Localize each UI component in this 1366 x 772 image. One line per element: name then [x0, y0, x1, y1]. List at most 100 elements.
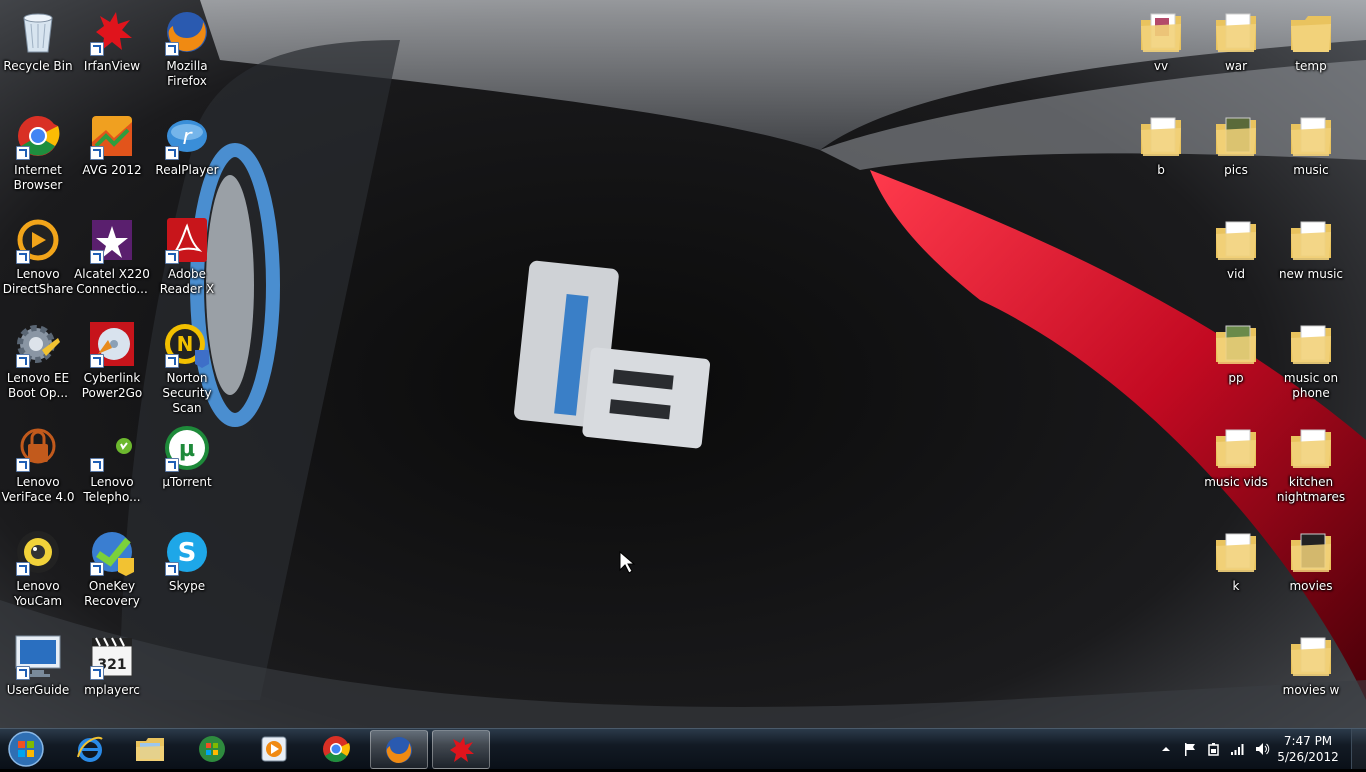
directshare-icon — [14, 216, 62, 264]
folder-icon — [1137, 112, 1185, 160]
desktop-icon-label: OneKey Recovery — [84, 579, 140, 608]
shortcut-arrow-icon — [165, 146, 179, 160]
desktop-icon-lenovo-youcam[interactable]: Lenovo YouCam — [0, 524, 76, 624]
taskbar-button-firefox[interactable] — [370, 730, 428, 769]
shortcut-arrow-icon — [90, 458, 104, 472]
desktop-icon-label: Lenovo VeriFace 4.0 — [1, 475, 75, 504]
desktop-icon-skype[interactable]: S Skype — [149, 524, 225, 624]
shortcut-arrow-icon — [16, 354, 30, 368]
folder-icon — [1137, 8, 1185, 56]
desktop-folder-temp[interactable]: temp — [1273, 4, 1349, 104]
taskbar-button-media-player[interactable] — [246, 730, 302, 767]
desktop-icon-realplayer[interactable]: r RealPlayer — [149, 108, 225, 208]
desktop-folder-music[interactable]: music — [1273, 108, 1349, 208]
shortcut-arrow-icon — [90, 250, 104, 264]
desktop-folder-new-music[interactable]: new music — [1273, 212, 1349, 312]
taskbar-button-file-explorer[interactable] — [122, 730, 178, 767]
desktop-icon-label: new music — [1278, 267, 1344, 281]
desktop-icon-lenovo-veriface[interactable]: Lenovo VeriFace 4.0 — [0, 420, 76, 520]
shortcut-arrow-icon — [165, 354, 179, 368]
desktop-folder-war[interactable]: war — [1198, 4, 1274, 104]
onekey-recovery-icon — [88, 528, 136, 576]
desktop-icon-label: RealPlayer — [155, 163, 219, 177]
norton-icon: N — [163, 320, 211, 368]
desktop-icon-adobe-reader[interactable]: Adobe Reader X — [149, 212, 225, 312]
desktop-icon-label: music vids — [1204, 475, 1268, 489]
show-desktop-button[interactable] — [1351, 729, 1366, 769]
desktop-folder-pp[interactable]: pp — [1198, 316, 1274, 416]
shortcut-arrow-icon — [90, 666, 104, 680]
desktop-icon-onekey-recovery[interactable]: OneKey Recovery — [74, 524, 150, 624]
taskbar-button-irfanview[interactable] — [432, 730, 490, 769]
taskbar-button-internet-explorer[interactable] — [62, 730, 118, 767]
folder-icon — [1287, 632, 1335, 680]
volume-icon[interactable] — [1254, 741, 1270, 757]
desktop-icon-label: Alcatel X220 Connectio... — [74, 267, 150, 296]
desktop-icon-label: Norton Security Scan — [162, 371, 212, 415]
desktop-folder-vv[interactable]: vv — [1123, 4, 1199, 104]
desktop-icon-cyberlink-power2go[interactable]: Cyberlink Power2Go — [74, 316, 150, 416]
desktop-icon-label: vid — [1226, 267, 1246, 281]
clapperboard-icon: 321 — [88, 632, 136, 680]
show-hidden-icons-chevron-icon[interactable] — [1158, 741, 1174, 757]
windows-start-orb-icon — [8, 731, 44, 767]
desktop-icon-label: movies — [1289, 579, 1333, 593]
desktop-folder-b[interactable]: b — [1123, 108, 1199, 208]
alcatel-icon — [88, 216, 136, 264]
shortcut-arrow-icon — [16, 666, 30, 680]
desktop-icon-userguide[interactable]: UserGuide — [0, 628, 76, 728]
desktop-folder-pics[interactable]: pics — [1198, 108, 1274, 208]
folder-icon — [1287, 112, 1335, 160]
system-tray: 7:47 PM 5/26/2012 — [1156, 729, 1366, 769]
telephony-icon — [88, 424, 136, 472]
desktop-icon-recycle-bin[interactable]: Recycle Bin — [0, 4, 76, 104]
desktop-folder-music-vids[interactable]: music vids — [1198, 420, 1274, 520]
power2go-icon — [88, 320, 136, 368]
desktop-icon-label: pp — [1228, 371, 1244, 385]
desktop-icon-label: AVG 2012 — [82, 163, 142, 177]
folder-icon — [1287, 8, 1335, 56]
taskbar-button-chrome[interactable] — [308, 730, 364, 767]
windows-media-center-icon — [199, 735, 225, 762]
folder-icon — [1287, 424, 1335, 472]
taskbar-button-windows-media-center[interactable] — [184, 730, 240, 767]
desktop-icon-mplayerc[interactable]: 321 mplayerc — [74, 628, 150, 728]
desktop-icon-alcatel-x220[interactable]: Alcatel X220 Connectio... — [74, 212, 150, 312]
power-icon[interactable] — [1206, 741, 1222, 757]
desktop-icon-label: Mozilla Firefox — [166, 59, 208, 88]
action-center-flag-icon[interactable] — [1182, 741, 1198, 757]
clock-time: 7:47 PM — [1283, 734, 1333, 748]
taskbar-clock[interactable]: 7:47 PM 5/26/2012 — [1276, 733, 1340, 765]
folder-icon — [1212, 528, 1260, 576]
start-button[interactable] — [4, 730, 48, 768]
desktop-icon-internet-browser[interactable]: Internet Browser — [0, 108, 76, 208]
desktop-folder-movies-w[interactable]: movies w — [1273, 628, 1349, 728]
desktop-icon-lenovo-ee-boot[interactable]: Lenovo EE Boot Op... — [0, 316, 76, 416]
svg-text:S: S — [178, 538, 197, 568]
desktop-icon-label: Internet Browser — [13, 163, 63, 192]
desktop-folder-music-on-phone[interactable]: music on phone — [1273, 316, 1349, 416]
desktop-icon-label: µTorrent — [162, 475, 212, 489]
desktop-folder-movies[interactable]: movies — [1273, 524, 1349, 624]
desktop-icon-label: mplayerc — [84, 683, 140, 697]
desktop-icon-norton-security-scan[interactable]: N Norton Security Scan — [149, 316, 225, 416]
desktop-icon-avg-2012[interactable]: AVG 2012 — [74, 108, 150, 208]
recycle-bin-icon — [14, 8, 62, 56]
desktop-icon-irfanview[interactable]: IrfanView — [74, 4, 150, 104]
desktop-folder-k[interactable]: k — [1198, 524, 1274, 624]
desktop-folder-kitchen-nightmares[interactable]: kitchen nightmares — [1273, 420, 1349, 520]
desktop-icon-label: vv — [1153, 59, 1169, 73]
desktop-icon-firefox[interactable]: Mozilla Firefox — [149, 4, 225, 104]
desktop-icon-label: Lenovo DirectShare — [2, 267, 74, 296]
desktop-icon-utorrent[interactable]: µ µTorrent — [149, 420, 225, 520]
desktop-icon-label: kitchen nightmares — [1276, 475, 1346, 504]
network-signal-icon[interactable] — [1230, 741, 1246, 757]
desktop-folder-vid[interactable]: vid — [1198, 212, 1274, 312]
desktop-icon-label: IrfanView — [83, 59, 141, 73]
desktop-icon-label: music — [1293, 163, 1329, 177]
desktop-icon-lenovo-telephony[interactable]: Lenovo Telepho... — [74, 420, 150, 520]
folder-icon — [1212, 320, 1260, 368]
desktop-icon-lenovo-directshare[interactable]: Lenovo DirectShare — [0, 212, 76, 312]
clock-date: 5/26/2012 — [1277, 750, 1339, 764]
desktop-icon-label: pics — [1224, 163, 1248, 177]
